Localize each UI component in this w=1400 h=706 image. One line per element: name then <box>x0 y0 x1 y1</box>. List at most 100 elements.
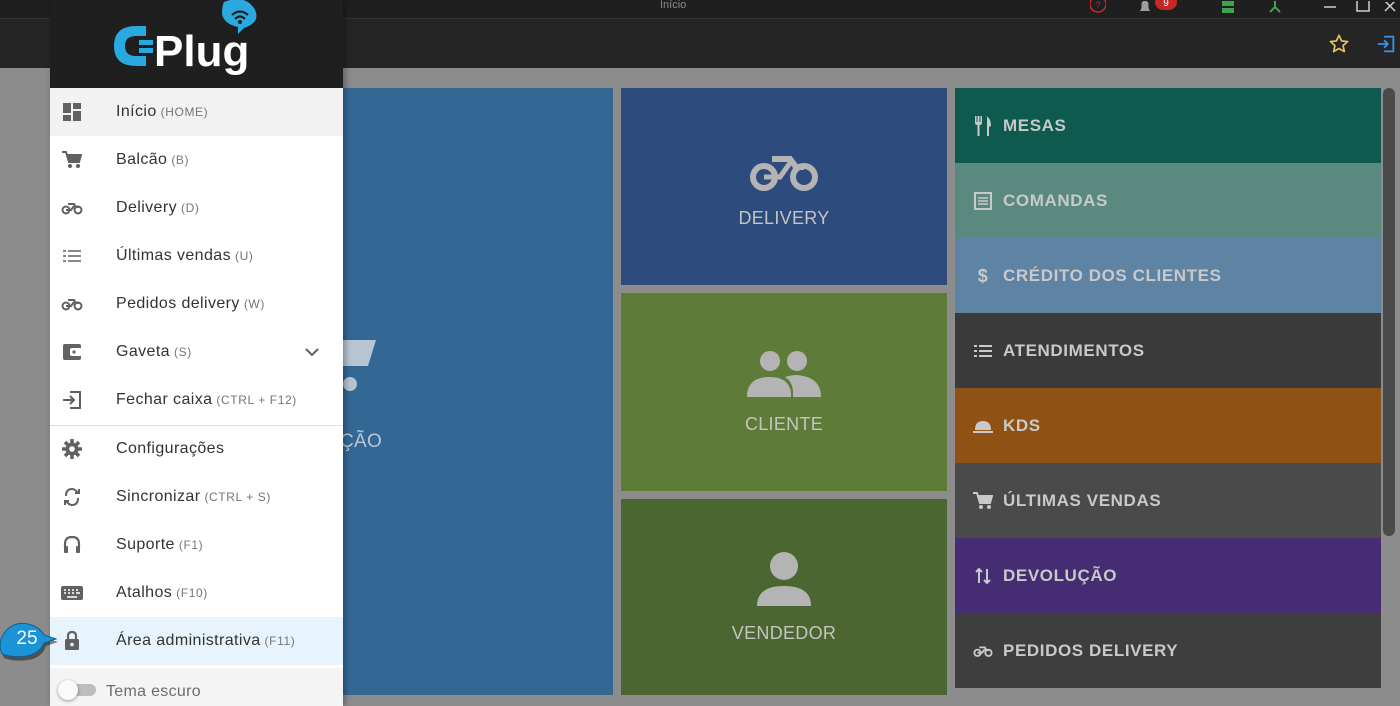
menu-item-gaveta[interactable]: Gaveta (S) <box>50 328 343 376</box>
motorbike-icon <box>750 145 818 198</box>
menu-item-shortcut: (CTRL + S) <box>204 490 271 504</box>
menu-item-area-administrativa[interactable]: Área administrativa (F11) <box>50 617 343 665</box>
menu-item-balcao[interactable]: Balcão (B) <box>50 136 343 184</box>
balcao-tile[interactable]: ÇÃO <box>310 88 613 695</box>
menu-item-label: Configurações <box>116 440 225 457</box>
maximize-icon[interactable] <box>1356 0 1370 14</box>
ultimas-vendas-label: ÚLTIMAS VENDAS <box>1003 490 1162 510</box>
menu-item-suporte[interactable]: Suporte (F1) <box>50 521 343 569</box>
menu-item-ultimas-vendas[interactable]: Últimas vendas (U) <box>50 232 343 280</box>
devolucao-item[interactable]: DEVOLUÇÃO <box>955 538 1381 613</box>
swap-vertical-icon <box>973 566 993 586</box>
balcao-tile-label: ÇÃO <box>340 431 383 452</box>
credito-item[interactable]: $ CRÉDITO DOS CLIENTES <box>955 238 1381 313</box>
atendimentos-label: ATENDIMENTOS <box>1003 340 1145 360</box>
comandas-label: COMANDAS <box>1003 190 1108 210</box>
menu-item-label: Área administrativa <box>116 632 261 649</box>
pedidos-delivery-item[interactable]: PEDIDOS DELIVERY <box>955 613 1381 688</box>
lock-icon <box>61 631 83 651</box>
menu-item-label: Pedidos delivery <box>116 295 240 312</box>
server-icon[interactable] <box>1222 0 1234 14</box>
logout-icon[interactable] <box>1375 33 1397 60</box>
menu-item-shortcut: (F1) <box>178 538 204 552</box>
comandas-item[interactable]: COMANDAS <box>955 163 1381 238</box>
menu-item-label: Últimas vendas <box>116 247 231 264</box>
motorbike-icon <box>61 294 83 314</box>
menu-item-atalhos[interactable]: Atalhos (F10) <box>50 569 343 617</box>
menu-item-label: Fechar caixa <box>116 391 213 408</box>
cart-icon <box>340 336 378 401</box>
drawer-header: Plug <box>50 0 343 88</box>
delivery-tile-label: DELIVERY <box>738 207 830 228</box>
menu-item-configuracoes[interactable]: Configurações <box>50 425 343 473</box>
keyboard-icon <box>61 583 83 603</box>
cutlery-icon <box>973 115 993 136</box>
menu-item-sincronizar[interactable]: Sincronizar (CTRL + S) <box>50 473 343 521</box>
menu-item-fechar-caixa[interactable]: Fechar caixa (CTRL + F12) <box>50 376 343 424</box>
menu-item-label: Delivery <box>116 199 177 216</box>
menu-item-label: Sincronizar <box>116 488 201 505</box>
atendimentos-item[interactable]: ATENDIMENTOS <box>955 313 1381 388</box>
svg-text:?: ? <box>1095 0 1100 10</box>
toggle-knob[interactable] <box>58 680 78 700</box>
mesas-label: MESAS <box>1003 115 1067 135</box>
menu-item-shortcut: (D) <box>181 201 200 215</box>
menu-item-inicio[interactable]: Início (HOME) <box>50 88 343 136</box>
cplug-logo: Plug <box>106 0 266 85</box>
network-icon[interactable] <box>1268 0 1282 14</box>
svg-text:Plug: Plug <box>154 27 249 76</box>
notification-badge: 9 <box>1155 0 1177 10</box>
bell-icon[interactable] <box>1138 0 1152 14</box>
star-icon[interactable] <box>1328 33 1350 60</box>
menu-item-shortcut: (CTRL + F12) <box>216 393 297 407</box>
menu-item-shortcut: (F10) <box>176 586 208 600</box>
pedidos-delivery-label: PEDIDOS DELIVERY <box>1003 640 1179 660</box>
cart-icon <box>973 491 993 511</box>
person-icon <box>755 550 813 613</box>
menu-item-label: Suporte <box>116 536 175 553</box>
gear-icon <box>61 439 83 459</box>
minimize-icon[interactable] <box>1324 0 1336 14</box>
scrollbar[interactable] <box>1383 88 1395 536</box>
dark-theme-toggle-row[interactable]: Tema escuro <box>50 668 343 706</box>
people-icon <box>745 349 823 404</box>
callout-number: 25 <box>16 628 38 649</box>
dark-theme-label: Tema escuro <box>106 683 201 700</box>
motorbike-icon <box>973 641 993 661</box>
cloche-icon <box>973 416 993 436</box>
menu-item-shortcut: (S) <box>174 345 192 359</box>
mesas-item[interactable]: MESAS <box>955 88 1381 163</box>
list-icon <box>61 246 83 266</box>
delivery-tile[interactable]: DELIVERY <box>621 88 947 285</box>
headset-icon <box>61 535 83 555</box>
shortcut-list: MESAS COMANDAS $ CRÉDITO DOS CLIENTES AT… <box>955 88 1381 706</box>
menu-item-label: Balcão <box>116 151 168 168</box>
motorbike-icon <box>61 198 83 218</box>
chevron-down-icon[interactable] <box>305 344 319 362</box>
app-window: { "window": { "title": "Início", "notifi… <box>0 0 1400 706</box>
dollar-icon: $ <box>973 266 993 286</box>
menu-item-pedidos-delivery[interactable]: Pedidos delivery (W) <box>50 280 343 328</box>
window-title: Início <box>660 0 687 11</box>
menu-item-shortcut: (U) <box>234 249 254 263</box>
wallet-icon <box>61 342 83 362</box>
exit-icon <box>61 390 83 410</box>
dashboard-icon <box>61 102 83 122</box>
credito-label: CRÉDITO DOS CLIENTES <box>1003 265 1222 285</box>
ultimas-vendas-item[interactable]: ÚLTIMAS VENDAS <box>955 463 1381 538</box>
menu-item-shortcut: (W) <box>243 297 265 311</box>
cliente-tile[interactable]: CLIENTE <box>621 293 947 491</box>
close-icon[interactable] <box>1384 0 1396 14</box>
cart-icon <box>61 150 83 170</box>
vendedor-tile[interactable]: VENDEDOR <box>621 499 947 695</box>
menu-item-delivery[interactable]: Delivery (D) <box>50 184 343 232</box>
kds-item[interactable]: KDS <box>955 388 1381 463</box>
receipt-icon <box>973 191 993 211</box>
sync-icon <box>61 487 83 507</box>
menu-item-shortcut: (HOME) <box>160 105 209 119</box>
devolucao-label: DEVOLUÇÃO <box>1003 565 1118 585</box>
cliente-tile-label: CLIENTE <box>744 414 824 434</box>
help-icon[interactable]: ? <box>1090 0 1106 14</box>
menu-item-label: Atalhos <box>116 584 173 601</box>
list-icon <box>973 341 993 361</box>
